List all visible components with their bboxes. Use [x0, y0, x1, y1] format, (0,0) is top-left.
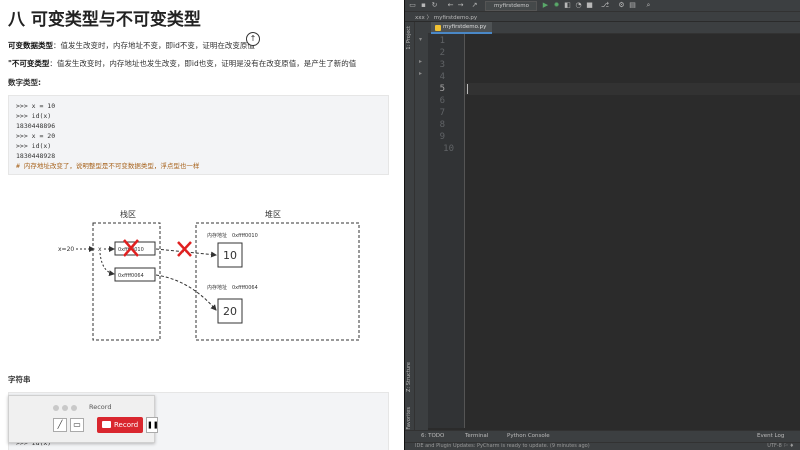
line-number: 10: [443, 144, 454, 154]
run-config-select[interactable]: myfirstdemo: [485, 1, 537, 11]
status-encoding[interactable]: UTF-8 ⚐ ♦: [767, 443, 794, 449]
value-10-text: 10: [223, 249, 237, 262]
heap-label: 堆区: [265, 209, 281, 219]
mutable-definition: 可变数据类型：值发生改变时，内存地址不变，即id不变，证明在改变原值: [8, 40, 255, 51]
stop-icon[interactable]: ■: [586, 2, 593, 9]
coverage-icon[interactable]: ◧: [564, 2, 571, 9]
ide-window: ▭ ▪ ↻ ← → ↗ myfirstdemo ▶ ✹ ◧ ◔ ■ ⎇ ⚙ ▤ …: [405, 0, 800, 450]
project-structure-icon[interactable]: ▤: [629, 2, 636, 9]
mutable-label: 可变数据类型: [8, 41, 53, 50]
pen-icon[interactable]: ╱: [53, 418, 67, 432]
code-line: >>> id(x): [16, 112, 52, 120]
mouse-cursor-icon: ↑: [246, 32, 260, 46]
code-line: >>> x = 10: [16, 102, 56, 110]
line-number-gutter: 1 2 3 4 5 6 7 8 9 10: [428, 34, 465, 428]
string-heading: 字符串: [8, 375, 31, 384]
forward-icon[interactable]: →: [457, 2, 464, 9]
terminal-tool-tab[interactable]: Terminal: [465, 433, 488, 439]
build-icon[interactable]: ↗: [471, 2, 478, 9]
code-line: >>> x = 20: [16, 132, 56, 140]
code-line: 1830448928: [16, 152, 56, 160]
profile-icon[interactable]: ◔: [575, 2, 582, 9]
status-message[interactable]: IDE and Plugin Updates: PyCharm is ready…: [415, 443, 590, 449]
memory-diagram: 栈区 堆区 x=20 x 0xffff0010 0xffff0064 内存地址 …: [58, 209, 360, 341]
line-number: 7: [439, 108, 445, 118]
line-number: 6: [439, 96, 445, 106]
text-caret: [467, 84, 468, 94]
sync-icon[interactable]: ↻: [431, 2, 438, 9]
project-tool-tab[interactable]: 1: Project: [406, 26, 412, 50]
project-tree-panel: ▾ ▸ ▸: [415, 22, 428, 430]
line-number: 9: [439, 132, 445, 142]
event-log-tool-tab[interactable]: Event Log: [757, 433, 784, 439]
line-number: 4: [439, 72, 445, 82]
ide-toolbar: ▭ ▪ ↻ ← → ↗ myfirstdemo ▶ ✹ ◧ ◔ ■ ⎇ ⚙ ▤ …: [405, 0, 800, 12]
mem-label-1: 内存地址: [207, 232, 227, 239]
tree-node-icon[interactable]: ▸: [419, 70, 422, 77]
numeric-heading: 数字类型:: [8, 78, 41, 87]
structure-tool-tab[interactable]: Z: Structure: [406, 362, 412, 392]
addr1-value-label: 0xffff0010: [232, 233, 258, 239]
immutable-text: ：值发生改变时，内存地址也发生改变，即id也变，证明是没有在改变原值，是产生了新…: [49, 59, 357, 68]
code-line: 1830448896: [16, 122, 56, 130]
debug-icon[interactable]: ✹: [553, 2, 560, 9]
navigation-bar: xxx 〉 myfirstdemo.py: [405, 12, 800, 22]
addr2-text: 0xffff0064: [118, 273, 144, 279]
line-number: 3: [439, 60, 445, 70]
code-block-numeric: >>> x = 10 >>> id(x) 1830448896 >>> x = …: [8, 95, 389, 175]
code-line: >>> id(x): [16, 142, 52, 150]
vcs-icon[interactable]: ⎇: [601, 2, 609, 9]
settings-wrench-icon[interactable]: ⚙: [618, 2, 625, 9]
tab-myfirstdemo[interactable]: myfirstdemo.py: [431, 22, 493, 34]
editor-current-line[interactable]: [465, 83, 800, 95]
editor-tab-bar: myfirstdemo.py: [428, 22, 800, 34]
line-number: 2: [439, 48, 445, 58]
line-number-current: 5: [439, 84, 445, 94]
x-variable-label: x=20: [58, 246, 74, 253]
document-pane: 八 可变类型与不可变类型 可变数据类型：值发生改变时，内存地址不变，即id不变，…: [0, 0, 404, 450]
breadcrumb[interactable]: xxx 〉 myfirstdemo.py: [415, 13, 477, 21]
back-icon[interactable]: ←: [447, 2, 454, 9]
bottom-tool-bar: 6: TODO Terminal Python Console Event Lo…: [405, 430, 800, 442]
status-bar: IDE and Plugin Updates: PyCharm is ready…: [405, 442, 800, 450]
record-toolbar: Record ╱ ▭ Record ❚❚: [8, 395, 159, 443]
line-number: 8: [439, 120, 445, 130]
window-dot-icon[interactable]: [53, 405, 59, 411]
record-button[interactable]: Record: [97, 417, 143, 433]
window-capture-icon[interactable]: ▭: [70, 418, 84, 432]
tree-node-icon[interactable]: ▸: [419, 58, 422, 65]
pause-button[interactable]: ❚❚: [146, 417, 159, 433]
python-console-tool-tab[interactable]: Python Console: [507, 433, 550, 439]
save-icon[interactable]: ▪: [420, 2, 427, 9]
window-dot-icon[interactable]: [62, 405, 68, 411]
left-tool-strip: 1: Project Z: Structure 2: Favorites: [405, 22, 415, 436]
code-comment: # 内存地址改变了，说明整型是不可变数据类型，浮点型也一样: [16, 162, 200, 170]
cross-mark-icon: [177, 241, 192, 257]
run-icon[interactable]: ▶: [542, 2, 549, 9]
x-to-addr2-arrow: [99, 252, 115, 277]
open-folder-icon[interactable]: ▭: [409, 2, 416, 9]
immutable-label: "不可变类型: [8, 59, 50, 68]
addr2-to-value-arrow: [155, 274, 217, 311]
page-title: 八 可变类型与不可变类型: [8, 10, 201, 30]
mutable-text: ：值发生改变时，内存地址不变，即id不变，证明在改变原值: [53, 41, 255, 50]
record-title: Record: [89, 403, 112, 411]
immutable-definition: "不可变类型：值发生改变时，内存地址也发生改变，即id也变，证明是没有在改变原值…: [8, 58, 356, 69]
todo-tool-tab[interactable]: 6: TODO: [421, 433, 444, 439]
stack-label: 栈区: [120, 209, 136, 219]
tree-node-icon[interactable]: ▾: [419, 36, 422, 43]
line-number: 1: [439, 36, 445, 46]
mem-label-2: 内存地址: [207, 284, 227, 291]
value-20-text: 20: [223, 305, 237, 318]
addr2-value-label: 0xffff0064: [232, 285, 258, 291]
search-icon[interactable]: ⌕: [645, 2, 652, 9]
window-dot-icon[interactable]: [71, 405, 77, 411]
x-inner-label: x: [98, 246, 102, 253]
